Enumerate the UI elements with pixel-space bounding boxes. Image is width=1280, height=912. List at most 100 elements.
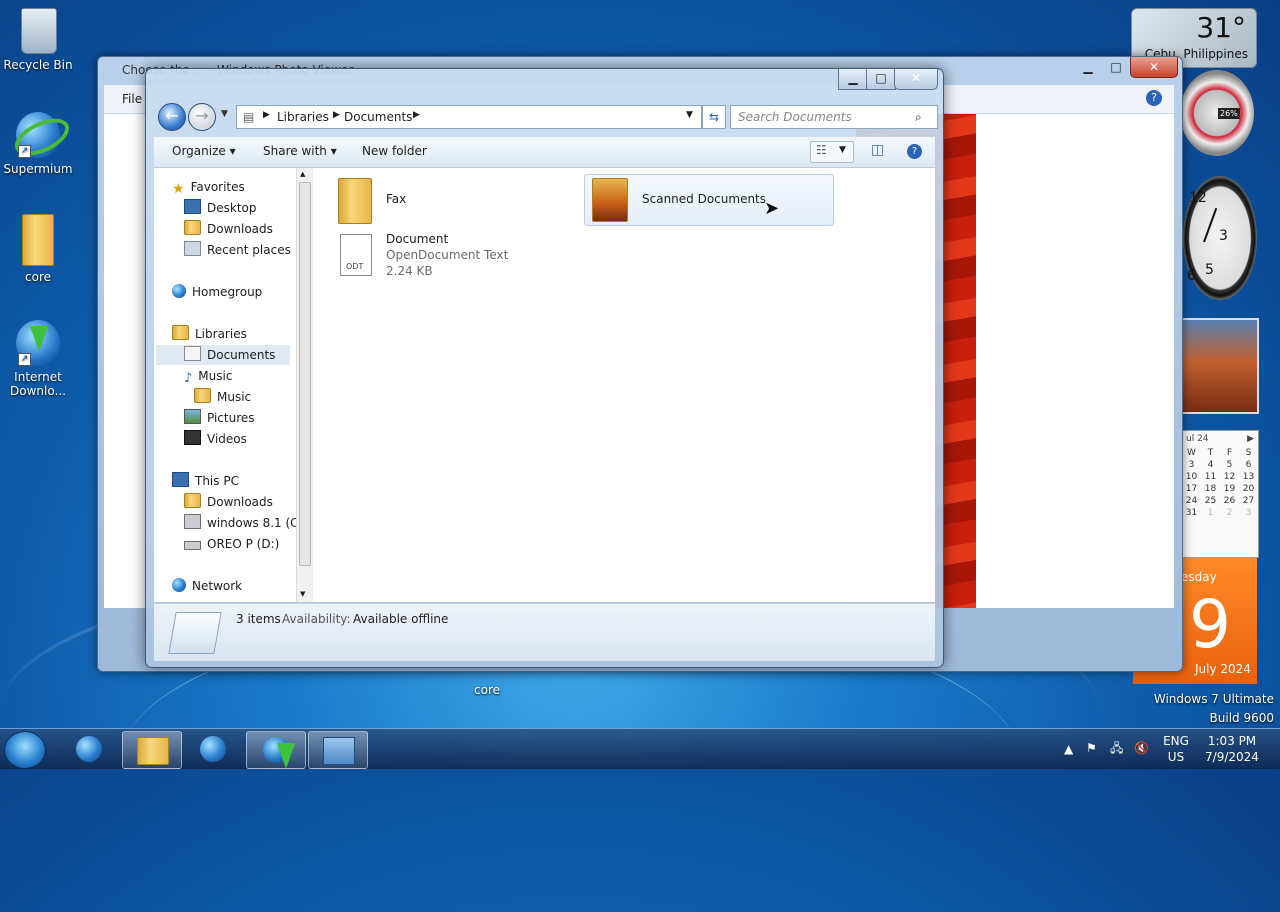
breadcrumb-documents[interactable]: Documents (344, 110, 412, 124)
recycle-bin-icon[interactable]: Recycle Bin (0, 8, 76, 72)
search-input[interactable]: Search Documents (738, 110, 852, 124)
breadcrumb-libraries[interactable]: Libraries (277, 110, 329, 124)
next-month-icon[interactable]: ▶ (1247, 434, 1254, 444)
language-indicator[interactable]: ENG US (1160, 733, 1192, 765)
nav-pc-downloads[interactable]: Downloads (184, 492, 273, 512)
system-clock[interactable]: 1:03 PM 7/9/2024 (1200, 733, 1264, 765)
show-hidden-icons[interactable]: ▲ (1064, 741, 1073, 757)
help-icon[interactable]: ? (1146, 90, 1162, 106)
start-button[interactable] (4, 731, 46, 769)
calendar-date[interactable]: 20 (1239, 483, 1258, 495)
taskbar-supermium-2[interactable] (184, 731, 242, 767)
nav-libraries[interactable]: Libraries (172, 324, 247, 344)
minimize-button[interactable]: ▁ (1074, 57, 1102, 77)
taskbar-idm[interactable] (246, 731, 306, 769)
recycle-bin-icon (21, 8, 57, 54)
scroll-up-icon[interactable]: ▲ (300, 170, 305, 178)
share-with-button[interactable]: Share with ▾ (263, 144, 337, 158)
file-menu[interactable]: File (122, 92, 142, 106)
change-view-button[interactable]: ☷ ▼ (810, 141, 854, 163)
preview-pane-icon[interactable]: ◫ (871, 142, 884, 158)
forward-button[interactable]: → (188, 103, 216, 131)
calendar-weekday-header: S (1245, 448, 1252, 458)
address-dropdown-icon[interactable]: ▼ (686, 110, 693, 120)
breadcrumb-separator-icon[interactable]: ▶ (333, 110, 340, 120)
back-button[interactable]: ← (158, 103, 186, 131)
taskbar-supermium[interactable] (60, 731, 118, 767)
supermium-shortcut[interactable]: ↗ Supermium (0, 111, 76, 176)
calendar-date[interactable]: 3 (1239, 507, 1258, 519)
nav-music[interactable]: ♪ Music (184, 366, 232, 386)
clock-gadget[interactable]: 12 3 5 6 (1183, 176, 1257, 300)
calendar-date[interactable]: 11 (1201, 471, 1220, 483)
desktop-icon-label: Recycle Bin (3, 58, 73, 72)
maximize-button[interactable]: □ (866, 69, 896, 90)
volume-muted-icon[interactable]: 🔇 (1134, 740, 1149, 756)
idm-shortcut[interactable]: ↗ Internet Downlo... (0, 320, 76, 398)
refresh-icon[interactable]: ⇆ (702, 105, 726, 129)
close-button[interactable]: ✕ (1130, 57, 1178, 78)
calendar-date[interactable]: 26 (1220, 495, 1239, 507)
recent-locations-dropdown[interactable]: ▼ (221, 109, 228, 119)
action-center-flag-icon[interactable]: ⚑ (1086, 740, 1097, 756)
network-icon[interactable]: 🖧 (1110, 740, 1123, 756)
maximize-button[interactable]: □ (1102, 57, 1130, 77)
scrollbar-thumb[interactable] (299, 182, 311, 566)
organize-button[interactable]: Organize ▾ (172, 144, 236, 158)
main-pane: ★ Favorites Desktop Downloads Recent plac… (154, 168, 935, 602)
nav-documents[interactable]: Documents (156, 345, 290, 365)
nav-network[interactable]: Network (172, 576, 242, 596)
calendar-date[interactable]: 2 (1220, 507, 1239, 519)
nav-favorites[interactable]: ★ Favorites (172, 177, 245, 197)
calendar-date[interactable]: 24 (1182, 495, 1201, 507)
calendar-date[interactable]: 25 (1201, 495, 1220, 507)
taskbar-explorer[interactable] (122, 731, 182, 769)
explorer-window[interactable]: ▁ □ ✕ ← → ▼ ▤ ▶ Libraries ▶ Documents ▶ … (145, 68, 944, 668)
nav-desktop[interactable]: Desktop (184, 198, 257, 218)
breadcrumb-separator-icon[interactable]: ▶ (263, 110, 270, 120)
nav-drive-d[interactable]: OREO P (D:) (184, 534, 279, 554)
help-icon[interactable]: ? (907, 144, 922, 159)
calendar-date[interactable]: 4 (1201, 459, 1220, 471)
calendar-date[interactable]: 19 (1220, 483, 1239, 495)
calendar-date[interactable]: 12 (1220, 471, 1239, 483)
slideshow-gadget[interactable] (1181, 318, 1259, 414)
calendar-date[interactable]: 1 (1201, 507, 1220, 519)
calendar-date[interactable]: 10 (1182, 471, 1201, 483)
calendar-date[interactable]: 31 (1182, 507, 1201, 519)
search-box[interactable]: Search Documents ⌕ (730, 105, 938, 129)
calendar-gadget[interactable]: ul 24 ▶ WTFS 3 4 5 6 10 11 12 13 17 18 19 20 24 25 26 27… (1181, 430, 1259, 558)
cpu-meter-gadget[interactable]: 26% (1180, 70, 1254, 156)
nav-scrollbar[interactable]: ▲ ▼ (296, 168, 313, 602)
nav-recent-places[interactable]: Recent places (184, 240, 291, 260)
calendar-date[interactable]: 6 (1239, 459, 1258, 471)
nav-downloads[interactable]: Downloads (184, 219, 273, 239)
calendar-date[interactable]: 17 (1182, 483, 1201, 495)
meter-value: 26% (1218, 108, 1240, 119)
nav-drive-c[interactable]: windows 8.1 (C:) (184, 513, 307, 533)
calendar-date[interactable]: 18 (1201, 483, 1220, 495)
scroll-down-icon[interactable]: ▼ (300, 590, 305, 598)
document-icon: ODT (340, 234, 372, 276)
nav-this-pc[interactable]: This PC (172, 471, 239, 491)
new-folder-button[interactable]: New folder (362, 144, 427, 158)
calendar-date[interactable]: 27 (1239, 495, 1258, 507)
weather-temperature: 31° (1196, 11, 1246, 44)
breadcrumb-separator-icon[interactable]: ▶ (413, 110, 420, 120)
view-dropdown-icon[interactable]: ▼ (839, 145, 846, 155)
music-icon: ♪ (184, 371, 193, 386)
nav-videos[interactable]: Videos (184, 429, 247, 449)
taskbar-photo-viewer[interactable] (308, 731, 368, 769)
minimize-button[interactable]: ▁ (838, 69, 868, 90)
calendar-date[interactable]: 5 (1220, 459, 1239, 471)
calendar-date[interactable]: 3 (1182, 459, 1201, 471)
nav-music-folder[interactable]: Music (194, 387, 251, 407)
address-bar[interactable]: ▤ ▶ Libraries ▶ Documents ▶ ▼ (236, 105, 702, 129)
nav-pictures[interactable]: Pictures (184, 408, 255, 428)
core-folder[interactable]: core (0, 214, 76, 284)
close-button[interactable]: ✕ (894, 69, 938, 90)
recent-places-icon (184, 241, 201, 256)
supermium-icon: ↗ (9, 111, 75, 163)
nav-homegroup[interactable]: Homegroup (172, 282, 262, 302)
calendar-date[interactable]: 13 (1239, 471, 1258, 483)
